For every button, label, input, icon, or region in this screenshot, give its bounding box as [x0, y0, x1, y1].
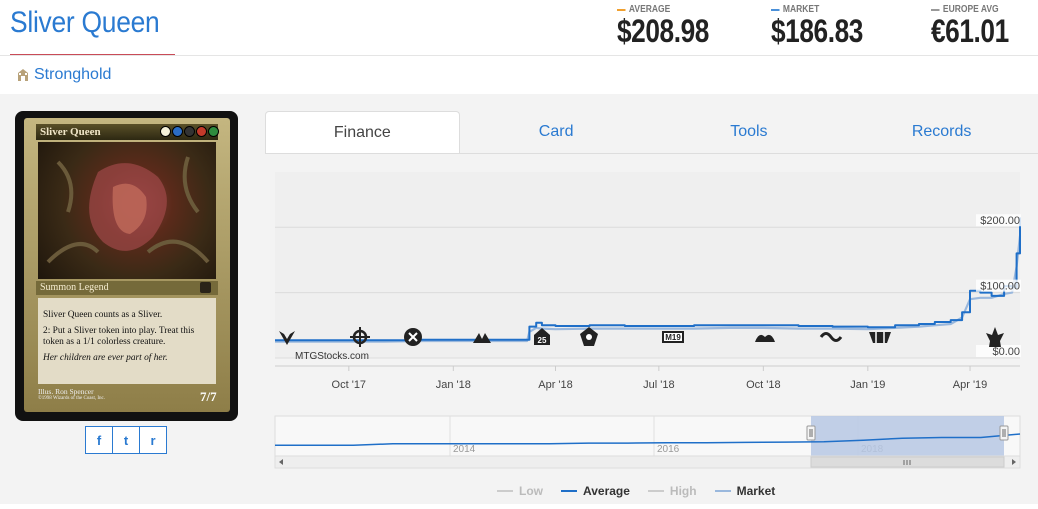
- card-rules-2: 2: Put a Sliver token into play. Treat t…: [43, 325, 195, 348]
- dominaria-icon: 25: [538, 336, 547, 345]
- dominaria-icon: [586, 334, 592, 340]
- tab-card[interactable]: Card: [460, 111, 653, 153]
- x-tick-label: Jan '18: [436, 379, 471, 391]
- set-link[interactable]: Stronghold: [16, 66, 111, 84]
- card-flavor-text: Her children are ever part of her.: [43, 352, 168, 363]
- set-name: Stronghold: [34, 66, 112, 83]
- y-tick-label: $100.00: [980, 281, 1020, 293]
- market-swatch: [771, 8, 780, 11]
- mana-cost: [160, 126, 219, 137]
- green-mana-icon: [208, 126, 219, 137]
- card-text-box: Sliver Queen counts as a Sliver. 2: Put …: [38, 298, 216, 384]
- average-price: AVERAGE $208.98: [617, 4, 709, 49]
- navigator-handle: [999, 425, 1009, 441]
- x-tick-label: Oct '17: [332, 379, 367, 391]
- chart-legend: Low Average High Market: [497, 484, 775, 498]
- blue-mana-icon: [172, 126, 183, 137]
- page-title: Sliver Queen: [10, 6, 160, 39]
- average-swatch: [617, 8, 626, 11]
- tab-tools[interactable]: Tools: [653, 111, 846, 153]
- card-power-toughness: 7/7: [200, 389, 217, 404]
- card-type-line: Summon Legend: [36, 281, 218, 295]
- europe-avg-price: EUROPE AVG €61.01: [931, 4, 1009, 49]
- legend-low[interactable]: Low: [497, 484, 543, 498]
- header-divider: [0, 55, 1038, 56]
- card-rules-1: Sliver Queen counts as a Sliver.: [43, 310, 163, 320]
- chart-watermark: MTGStocks.com: [295, 351, 369, 362]
- facebook-icon[interactable]: f: [85, 426, 113, 454]
- x-tick-label: Jan '19: [850, 379, 885, 391]
- price-chart: Oct '17 Jan '18 Apr '18 Jul '18 Oct '18 Jan '…: [267, 154, 1038, 504]
- legend-high[interactable]: High: [647, 484, 697, 498]
- legend-market[interactable]: Market: [714, 484, 775, 498]
- tab-bar: Finance Card Tools Records: [265, 111, 1038, 154]
- set-symbol-icon: [200, 282, 211, 293]
- x-tick-label: Apr '19: [953, 379, 988, 391]
- navigator-year-label: 2014: [453, 444, 476, 455]
- x-tick-label: Jul '18: [643, 379, 674, 391]
- legend-average[interactable]: Average: [561, 484, 630, 498]
- y-tick-label: $200.00: [980, 215, 1020, 227]
- plot-background: [275, 172, 1020, 358]
- red-mana-icon: [196, 126, 207, 137]
- card-illustrator: Illus. Ron Spencer ©1998 Wizards of the …: [38, 387, 105, 401]
- card-art: [38, 142, 216, 279]
- reddit-icon[interactable]: r: [139, 426, 167, 454]
- x-tick-label: Apr '18: [538, 379, 573, 391]
- navigator-handle: [806, 425, 816, 441]
- x-tick-label: Oct '18: [746, 379, 781, 391]
- stronghold-set-icon: [18, 69, 28, 81]
- europe-swatch: [931, 8, 940, 11]
- market-price: MARKET $186.83: [771, 4, 863, 49]
- black-mana-icon: [184, 126, 195, 137]
- white-mana-icon: [160, 126, 171, 137]
- tab-finance[interactable]: Finance: [265, 111, 460, 153]
- core-2019-icon: M19: [665, 333, 681, 342]
- navigator-year-label: 2016: [657, 444, 680, 455]
- twitter-icon[interactable]: t: [112, 426, 140, 454]
- price-chart-svg: Oct '17 Jan '18 Apr '18 Jul '18 Oct '18 Jan '…: [267, 154, 1038, 504]
- navigator-selected-range: [811, 416, 1004, 456]
- tab-records[interactable]: Records: [845, 111, 1038, 153]
- y-tick-label: $0.00: [992, 346, 1020, 358]
- share-buttons: f t r: [85, 426, 167, 454]
